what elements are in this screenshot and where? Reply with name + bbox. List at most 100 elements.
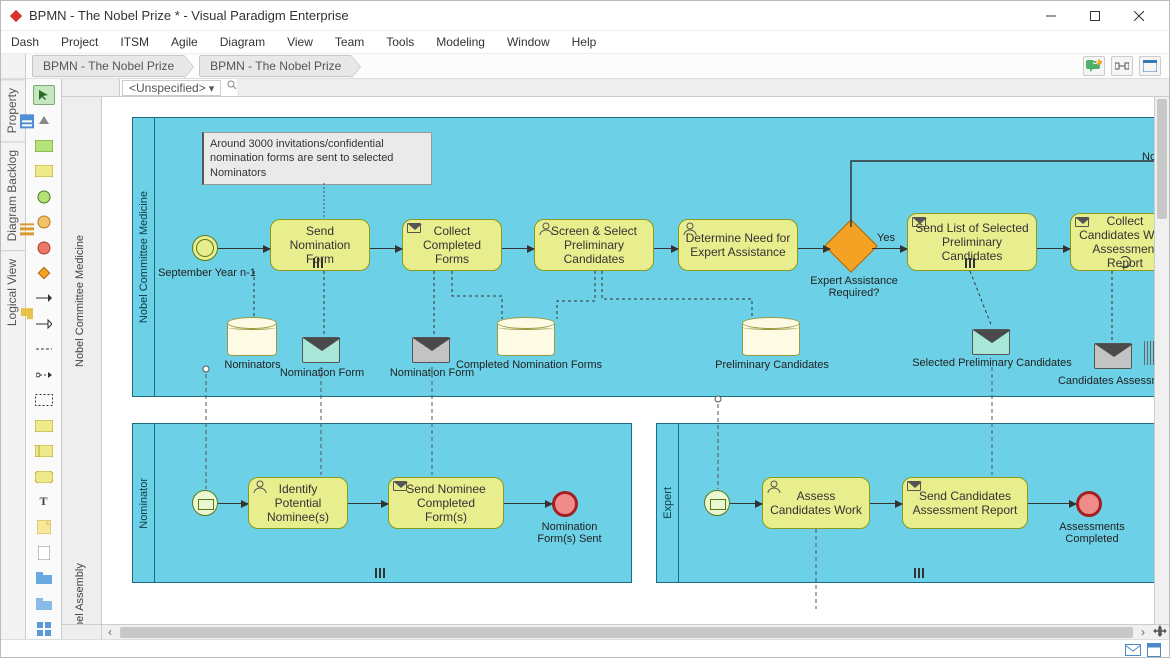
ds-preliminary-label: Preliminary Candidates [702, 359, 842, 371]
message-icon [912, 217, 926, 227]
task-send-assessment[interactable]: Send Candidates Assessment Report [902, 477, 1028, 529]
palette-folder2[interactable] [33, 594, 55, 613]
palette-arrow[interactable] [33, 289, 55, 308]
message-icon [1075, 217, 1089, 227]
msg-nomination-1[interactable] [302, 337, 340, 363]
task-collect-reports[interactable]: Collect Candidates Work Assessment Repor… [1070, 213, 1154, 271]
menu-team[interactable]: Team [335, 35, 364, 49]
annotation-box[interactable]: Around 3000 invitations/confidential nom… [202, 132, 432, 185]
toolbar-comment-button[interactable]: 9+ [1083, 56, 1105, 76]
pan-icon[interactable] [1153, 625, 1167, 639]
side-tab-strip: Property Diagram Backlog Logical View [1, 79, 26, 639]
msg-nomination-2[interactable] [412, 337, 450, 363]
ds-nominators[interactable] [227, 322, 277, 356]
status-panel-icon[interactable] [1147, 643, 1161, 657]
breadcrumb-1[interactable]: BPMN - The Nobel Prize [32, 55, 185, 77]
palette-circle-red[interactable] [33, 238, 55, 257]
palette-yellow3[interactable] [33, 467, 55, 486]
palette-circle-green[interactable] [33, 187, 55, 206]
side-tab-property[interactable]: Property [1, 79, 25, 141]
gateway-no: No [1142, 151, 1154, 163]
palette-circle-orange[interactable] [33, 212, 55, 231]
palette-folder[interactable] [33, 569, 55, 588]
task-screen-select[interactable]: Screen & Select Preliminary Candidates [534, 219, 654, 271]
menu-tools[interactable]: Tools [386, 35, 414, 49]
task-send-nomination[interactable]: Send Nomination Form [270, 219, 370, 271]
palette-dash[interactable] [33, 340, 55, 359]
task-determine-need[interactable]: Determine Need for Expert Assistance [678, 219, 798, 271]
task-assess[interactable]: Assess Candidates Work [762, 477, 870, 529]
nominator-end-event[interactable] [552, 491, 578, 517]
pool-expert-label: Expert [657, 424, 679, 582]
gateway-yes: Yes [877, 232, 895, 244]
task-identify[interactable]: Identify Potential Nominee(s) [248, 477, 348, 529]
status-bar [1, 639, 1169, 659]
expert-start-event[interactable] [704, 490, 730, 516]
palette-text[interactable]: T [33, 492, 55, 511]
msg-selected[interactable] [972, 329, 1010, 355]
palette-yellow1[interactable] [33, 416, 55, 435]
seq-4 [654, 248, 678, 249]
palette-rect-yellow[interactable] [33, 162, 55, 181]
top-ruler-row: <Unspecified> ▾ [62, 79, 1169, 97]
menu-diagram[interactable]: Diagram [220, 35, 265, 49]
palette-diamond[interactable] [33, 263, 55, 282]
menu-window[interactable]: Window [507, 35, 550, 49]
menu-dash[interactable]: Dash [11, 35, 39, 49]
vertical-scrollbar[interactable] [1154, 97, 1169, 624]
menu-view[interactable]: View [287, 35, 313, 49]
menu-help[interactable]: Help [572, 35, 597, 49]
menu-project[interactable]: Project [61, 35, 98, 49]
side-tab-logical[interactable]: Logical View [1, 250, 25, 334]
lane-gutter: Nobel Committee Medicine Nobel Assembly [62, 97, 102, 639]
palette-arrow2[interactable] [33, 314, 55, 333]
minimize-button[interactable] [1029, 1, 1073, 31]
logical-icon [19, 306, 35, 322]
palette-rect-green[interactable] [33, 136, 55, 155]
breadcrumb-2[interactable]: BPMN - The Nobel Prize [199, 55, 352, 77]
ds-completed[interactable] [497, 322, 555, 356]
palette-up-icon[interactable] [33, 111, 55, 130]
search-icon[interactable] [227, 79, 237, 93]
message-icon [393, 481, 407, 491]
seq-7 [1037, 248, 1070, 249]
maximize-button[interactable] [1073, 1, 1117, 31]
msg-assessment[interactable] [1094, 343, 1132, 369]
loop-icon [1119, 256, 1131, 268]
menu-itsm[interactable]: ITSM [120, 35, 149, 49]
unspecified-dropdown[interactable]: <Unspecified> ▾ [122, 80, 221, 96]
shape-palette: T [26, 79, 62, 639]
palette-tiles[interactable] [33, 619, 55, 638]
horizontal-scrollbar[interactable]: ‹› [62, 624, 1169, 639]
pool-medicine-label: Nobel Committee Medicine [133, 118, 155, 396]
task-send-list[interactable]: Send List of Selected Preliminary Candid… [907, 213, 1037, 271]
start-event-timer[interactable] [192, 235, 218, 261]
seq-3 [502, 248, 534, 249]
msg-nomination-1-label: Nomination Form [277, 367, 367, 379]
palette-yellow2[interactable] [33, 441, 55, 460]
mail-icon[interactable] [1125, 644, 1141, 656]
title-bar: BPMN - The Nobel Prize * - Visual Paradi… [1, 1, 1169, 31]
palette-note[interactable] [33, 518, 55, 537]
side-tab-backlog[interactable]: Diagram Backlog [1, 141, 25, 249]
palette-cursor[interactable] [33, 85, 55, 105]
task-send-nominee[interactable]: Send Nominee Completed Form(s) [388, 477, 504, 529]
expert-end-event[interactable] [1076, 491, 1102, 517]
ds-preliminary[interactable] [742, 322, 800, 356]
task-collect-forms[interactable]: Collect Completed Forms [402, 219, 502, 271]
diagram-surface[interactable]: Nobel Committee Medicine Around 3000 inv… [102, 97, 1154, 624]
seq-5 [798, 248, 830, 249]
toolbar-panel-button[interactable] [1139, 56, 1161, 76]
close-button[interactable] [1117, 1, 1161, 31]
menu-modeling[interactable]: Modeling [436, 35, 485, 49]
start-event-label: September Year n-1 [152, 267, 262, 279]
toolbar-align-button[interactable] [1111, 56, 1133, 76]
palette-dashed-rect[interactable] [33, 390, 55, 409]
palette-page[interactable] [33, 543, 55, 562]
gutter-lane4: Nobel Assembly [74, 502, 86, 639]
user-icon [767, 480, 781, 494]
palette-open-arrow[interactable] [33, 365, 55, 384]
canvas[interactable]: Nobel Committee Medicine Nobel Assembly … [62, 97, 1169, 639]
menu-agile[interactable]: Agile [171, 35, 198, 49]
nominator-start-event[interactable] [192, 490, 218, 516]
